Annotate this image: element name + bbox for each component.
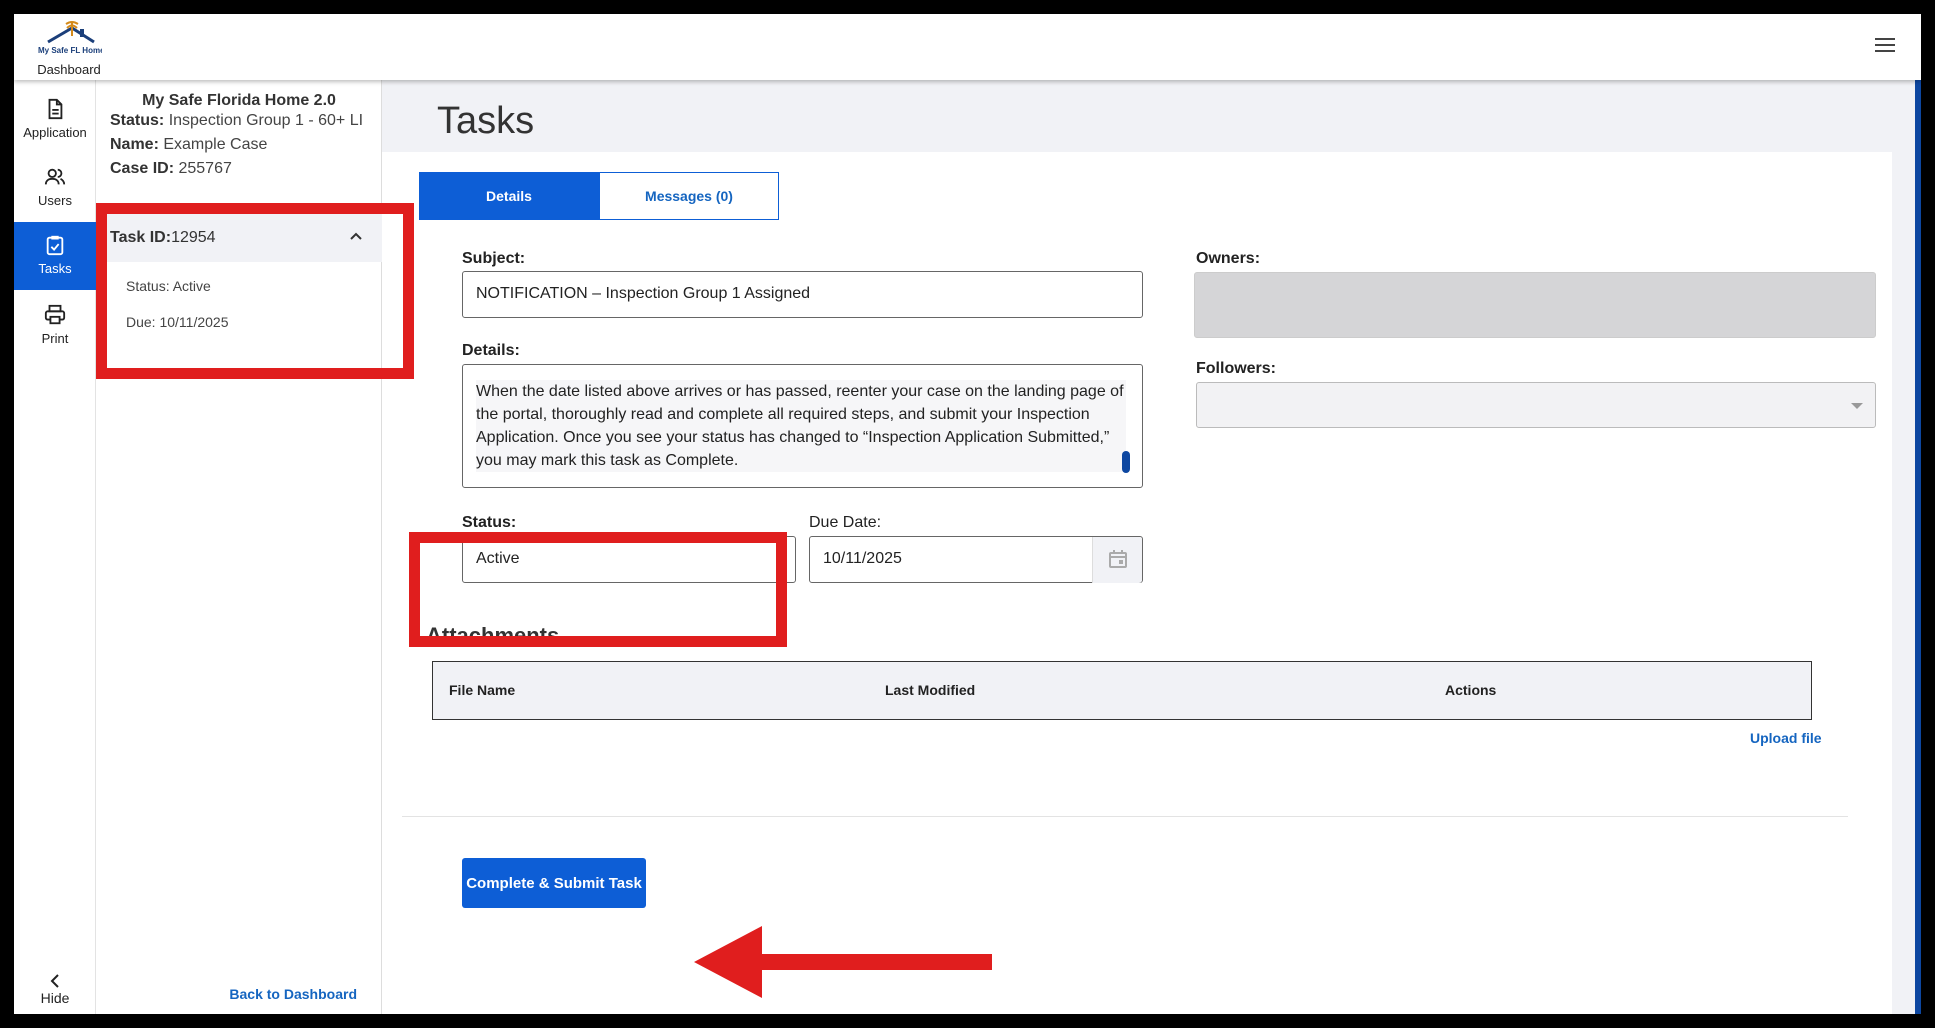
case-name-label: Name: <box>110 136 159 153</box>
status-label: Status: <box>462 514 517 531</box>
case-program-title: My Safe Florida Home 2.0 <box>142 92 336 109</box>
left-nav: Application Users Tasks Print Hide <box>14 80 96 1014</box>
owners-label: Owners: <box>1196 250 1261 267</box>
case-status-value: Inspection Group 1 - 60+ LI <box>168 112 364 129</box>
due-date-value: 10/11/2025 <box>823 550 902 567</box>
task-card-header[interactable]: Task ID:12954 <box>96 214 382 262</box>
case-id-label: Case ID: <box>110 160 175 177</box>
details-value: When the date listed above arrives or ha… <box>476 380 1126 472</box>
case-status: Status: Inspection Group 1 - 60+ LI <box>110 112 363 130</box>
case-name: Name: Example Case <box>110 136 267 154</box>
case-panel: My Safe Florida Home 2.0 Status: Inspect… <box>96 80 382 1014</box>
details-textarea[interactable]: When the date listed above arrives or ha… <box>462 364 1143 488</box>
nav-item-users[interactable]: Users <box>14 154 96 220</box>
nav-item-label: Users <box>38 193 72 208</box>
status-field[interactable]: Active <box>462 536 796 583</box>
tab-messages[interactable]: Messages (0) <box>599 172 779 220</box>
tab-bar: Details Messages (0) <box>419 172 779 220</box>
status-value: Active <box>476 550 520 567</box>
page-header: Tasks <box>382 80 1892 152</box>
back-to-dashboard-link[interactable]: Back to Dashboard <box>229 986 357 1002</box>
document-icon <box>48 98 63 120</box>
col-last-modified[interactable]: Last Modified <box>885 682 975 698</box>
attachments-table-header: File Name Last Modified Actions <box>432 661 1812 720</box>
nav-item-label: Print <box>41 331 69 346</box>
upload-file-link[interactable]: Upload file <box>1750 730 1822 746</box>
case-id-value: 255767 <box>178 160 232 177</box>
chevron-down-icon <box>1851 403 1863 409</box>
task-id: Task ID:12954 <box>110 229 216 247</box>
col-file-name[interactable]: File Name <box>449 682 515 698</box>
nav-item-print[interactable]: Print <box>14 292 96 358</box>
nav-item-application[interactable]: Application <box>14 86 96 152</box>
subject-label: Subject: <box>462 250 526 267</box>
page-scrollbar[interactable] <box>1915 80 1921 1014</box>
app-window: My Safe FL Home Dashboard Application Us… <box>14 14 1921 1014</box>
tasks-icon <box>46 235 64 256</box>
subject-value: NOTIFICATION – Inspection Group 1 Assign… <box>476 285 811 302</box>
details-scrollbar[interactable] <box>1122 451 1130 473</box>
subject-field[interactable]: NOTIFICATION – Inspection Group 1 Assign… <box>462 271 1143 318</box>
nav-item-label: Application <box>23 125 87 140</box>
task-status-line: Status: Active <box>126 278 211 294</box>
due-date-label: Due Date: <box>809 514 882 531</box>
logo-text: My Safe FL Home <box>38 46 102 55</box>
attachments-title: Attachments <box>426 623 560 648</box>
nav-item-tasks[interactable]: Tasks <box>14 222 96 290</box>
chevron-left-icon <box>50 974 59 988</box>
task-id-value: 12954 <box>171 229 216 246</box>
task-id-label: Task ID: <box>110 229 172 246</box>
hide-label: Hide <box>40 990 70 1006</box>
col-actions: Actions <box>1445 682 1497 698</box>
users-icon <box>44 168 66 185</box>
dashboard-label[interactable]: Dashboard <box>24 62 114 77</box>
main-area: Tasks Details Messages (0) Subject: NOTI… <box>382 80 1921 1014</box>
task-details-panel: Details Messages (0) Subject: NOTIFICATI… <box>382 152 1892 1014</box>
printer-icon <box>44 304 66 325</box>
followers-select[interactable] <box>1196 382 1876 428</box>
case-id: Case ID: 255767 <box>110 160 232 178</box>
calendar-button[interactable] <box>1092 537 1142 583</box>
complete-submit-task-button[interactable]: Complete & Submit Task <box>462 858 646 908</box>
hide-nav-button[interactable]: Hide <box>14 974 96 1008</box>
page-title: Tasks <box>437 100 535 142</box>
nav-item-label: Tasks <box>38 261 72 276</box>
task-due-line: Due: 10/11/2025 <box>126 314 229 330</box>
followers-label: Followers: <box>1196 360 1277 377</box>
owners-field[interactable] <box>1194 272 1876 338</box>
case-name-value: Example Case <box>163 136 268 153</box>
divider <box>402 816 1848 817</box>
hamburger-menu-icon[interactable] <box>1875 38 1895 54</box>
tab-details[interactable]: Details <box>419 172 599 220</box>
due-date-field[interactable]: 10/11/2025 <box>809 536 1143 583</box>
task-card: Task ID:12954 Status: Active Due: 10/11/… <box>96 214 382 332</box>
logo[interactable]: My Safe FL Home <box>36 20 105 60</box>
details-label: Details: <box>462 342 520 359</box>
case-status-label: Status: <box>110 112 165 129</box>
top-bar: My Safe FL Home Dashboard <box>14 14 1921 80</box>
calendar-icon <box>1109 550 1127 568</box>
arrow-icon <box>694 926 992 998</box>
chevron-up-icon[interactable] <box>348 228 364 244</box>
